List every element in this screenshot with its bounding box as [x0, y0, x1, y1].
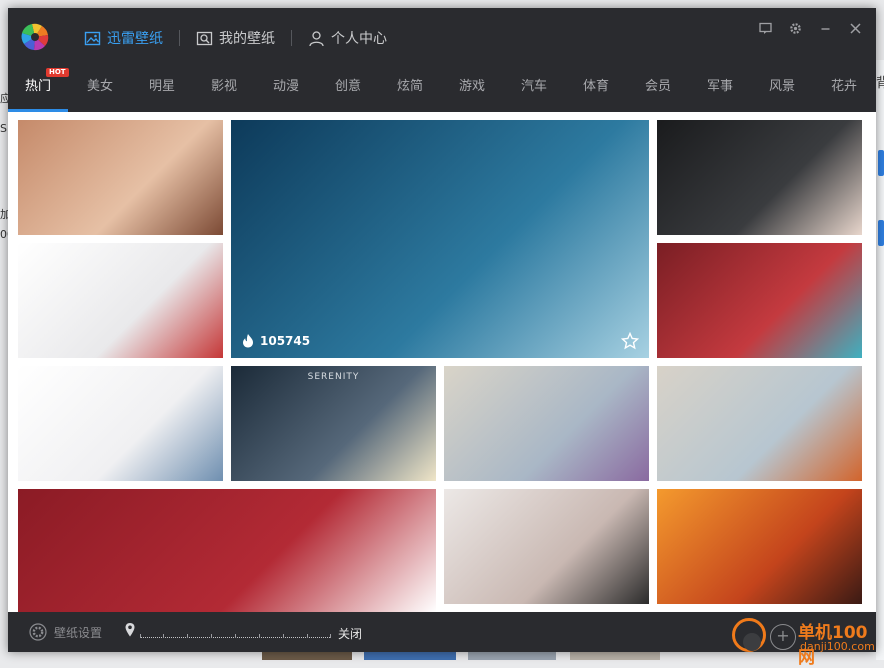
watermark-url: danji100.com	[800, 640, 875, 653]
tab-creative[interactable]: 创意	[318, 68, 378, 112]
tile-model-red-bed[interactable]	[657, 243, 862, 358]
main-nav: 迅雷壁纸 我的壁纸 个人中心	[84, 27, 387, 49]
close-auto-change-button[interactable]: 关闭	[338, 625, 362, 642]
tab-scenery[interactable]: 风景	[752, 68, 812, 112]
tab-label: 花卉	[830, 79, 857, 94]
tab-label: 游戏	[458, 79, 485, 94]
plus-icon: +	[770, 624, 796, 650]
nav-label: 我的壁纸	[219, 31, 275, 47]
window-controls	[750, 18, 870, 38]
tile-beach-girls[interactable]	[444, 366, 649, 481]
tab-label: 风景	[768, 79, 795, 94]
settings-gear-icon[interactable]	[780, 18, 810, 38]
tile-model-dark-room[interactable]	[657, 120, 862, 235]
interval-slider[interactable]	[140, 634, 331, 638]
tab-label: 炫简	[396, 79, 423, 94]
wallpaper-app-window: 迅雷壁纸 我的壁纸 个人中心 热门 HOT 美女 明星 影视 动漫 创意 炫简 …	[8, 8, 876, 652]
nav-my-wallpaper[interactable]: 我的壁纸	[196, 27, 275, 49]
bg-fragment: S	[0, 122, 7, 135]
tab-label: 汽车	[520, 79, 547, 94]
tile-red-banner[interactable]	[18, 489, 436, 612]
image-icon	[84, 31, 101, 45]
tab-label: 动漫	[272, 79, 299, 94]
view-count-value: 105745	[260, 333, 311, 348]
tab-beauty[interactable]: 美女	[70, 68, 130, 112]
tab-label: 军事	[706, 79, 733, 94]
flame-icon	[243, 334, 253, 348]
nav-label: 个人中心	[331, 31, 387, 47]
tab-label: 热门	[24, 79, 51, 94]
tile-portrait-warm[interactable]	[18, 120, 223, 235]
star-favorite-icon[interactable]	[621, 332, 639, 350]
tile-group-white-tops[interactable]	[18, 366, 223, 481]
tab-military[interactable]: 军事	[690, 68, 750, 112]
tab-hot[interactable]: 热门 HOT	[8, 68, 69, 112]
location-pin-icon[interactable]	[124, 622, 136, 638]
tab-cars[interactable]: 汽车	[504, 68, 564, 112]
bg-thumbnail	[262, 652, 352, 660]
gear-icon	[29, 623, 47, 641]
tab-label: 美女	[86, 79, 113, 94]
title-bar[interactable]: 迅雷壁纸 我的壁纸 个人中心	[8, 8, 876, 68]
nav-personal-center[interactable]: 个人中心	[308, 27, 387, 49]
bg-thumbnail	[570, 652, 660, 660]
category-tabs: 热门 HOT 美女 明星 影视 动漫 创意 炫简 游戏 汽车 体育 会员 军事 …	[8, 68, 876, 112]
tab-film[interactable]: 影视	[194, 68, 254, 112]
tab-anime[interactable]: 动漫	[256, 68, 316, 112]
site-watermark: + 单机100网 danji100.com	[732, 614, 882, 668]
tab-sports[interactable]: 体育	[566, 68, 626, 112]
hot-badge: HOT	[46, 68, 69, 77]
bg-blue-button	[878, 220, 884, 246]
watermark-logo-icon	[732, 618, 766, 652]
nav-xunlei-wallpaper[interactable]: 迅雷壁纸	[84, 27, 163, 49]
bg-blue-button	[878, 150, 884, 176]
my-wallpaper-icon	[196, 31, 213, 45]
nav-divider	[291, 30, 292, 46]
tab-stars[interactable]: 明星	[132, 68, 192, 112]
minimize-icon[interactable]	[810, 18, 840, 38]
tab-label: 会员	[644, 79, 671, 94]
tab-minimal[interactable]: 炫简	[380, 68, 440, 112]
tab-label: 影视	[210, 79, 237, 94]
serenity-caption: SERENITY	[307, 372, 360, 382]
tile-ocean-wave[interactable]: 105745	[231, 120, 649, 358]
wallpaper-grid: 105745 SERENITY	[8, 112, 876, 612]
bg-thumbnail	[468, 652, 556, 660]
wallpaper-settings-button[interactable]: 壁纸设置	[28, 622, 102, 642]
tile-group-red-swimwear[interactable]	[18, 243, 223, 358]
settings-label: 壁纸设置	[54, 625, 103, 640]
tab-flowers[interactable]: 花卉	[814, 68, 874, 112]
tile-kitesurf-sunset[interactable]	[657, 489, 862, 604]
close-icon[interactable]	[840, 18, 870, 38]
tab-vip[interactable]: 会员	[628, 68, 688, 112]
app-logo-icon	[21, 23, 49, 51]
tab-label: 创意	[334, 79, 361, 94]
tab-label: 明星	[148, 79, 175, 94]
feedback-icon[interactable]	[750, 18, 780, 38]
tab-label: 体育	[582, 79, 609, 94]
bg-thumbnail	[364, 652, 456, 660]
tile-anime-naruto[interactable]	[657, 366, 862, 481]
nav-divider	[179, 30, 180, 46]
user-icon	[309, 30, 324, 46]
tab-games[interactable]: 游戏	[442, 68, 502, 112]
tile-serenity-sunset[interactable]: SERENITY	[231, 366, 436, 481]
view-count: 105745	[241, 333, 310, 348]
nav-label: 迅雷壁纸	[107, 31, 163, 47]
bg-fragment: 背	[876, 76, 884, 91]
tile-legs-fishnet[interactable]	[444, 489, 649, 604]
